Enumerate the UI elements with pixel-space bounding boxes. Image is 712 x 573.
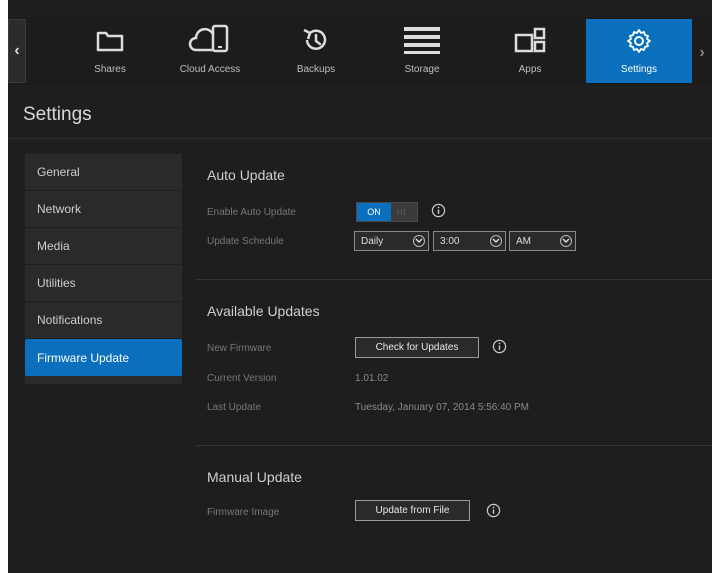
section-divider: [195, 445, 712, 446]
sidebar-item-network[interactable]: Network: [25, 191, 182, 228]
sidebar-item-label: Notifications: [37, 313, 103, 327]
check-for-updates-button[interactable]: Check for Updates: [355, 337, 479, 358]
sidebar-item-label: Firmware Update: [37, 350, 130, 365]
last-update-label: Last Update: [207, 402, 261, 413]
last-update-value: Tuesday, January 07, 2014 5:56:40 PM: [355, 402, 529, 413]
nav-label: Backups: [296, 64, 336, 75]
auto-update-toggle[interactable]: ON III: [356, 202, 418, 222]
select-value: 3:00: [440, 235, 460, 247]
cloud-devices-icon: [188, 24, 229, 53]
nav-item-shares[interactable]: Shares: [70, 19, 150, 83]
chevron-down-icon: [413, 235, 425, 247]
update-schedule-label: Update Schedule: [207, 236, 284, 247]
sidebar-item-notifications[interactable]: Notifications: [25, 302, 182, 339]
section-divider: [195, 279, 712, 280]
chevron-down-icon: [490, 235, 502, 247]
sidebar-item-label: General: [37, 165, 80, 179]
available-updates-title: Available Updates: [207, 303, 320, 319]
select-value: AM: [516, 235, 531, 247]
nav-item-cloud-access[interactable]: Cloud Access: [170, 19, 250, 83]
toggle-on-label: ON: [357, 203, 391, 221]
sidebar-item-utilities[interactable]: Utilities: [25, 265, 182, 302]
new-firmware-label: New Firmware: [207, 343, 272, 354]
nav-label: Settings: [620, 64, 658, 75]
gear-icon: [627, 29, 651, 53]
firmware-image-label: Firmware Image: [207, 507, 280, 518]
schedule-frequency-select[interactable]: Daily: [354, 231, 429, 251]
nav-next-button[interactable]: ›: [693, 19, 711, 87]
schedule-ampm-select[interactable]: AM: [509, 231, 576, 251]
update-from-file-button[interactable]: Update from File: [355, 500, 470, 521]
info-icon[interactable]: [486, 503, 501, 518]
sidebar-item-label: Media: [37, 239, 70, 253]
chevron-down-icon: [560, 235, 572, 247]
sidebar-item-general[interactable]: General: [25, 154, 182, 191]
nav-label: Storage: [404, 64, 440, 75]
manual-update-title: Manual Update: [207, 469, 302, 485]
nav-item-storage[interactable]: Storage: [382, 19, 462, 83]
header-divider: [8, 138, 712, 139]
nav-label: Shares: [94, 64, 126, 75]
apps-grid-icon: [514, 27, 546, 53]
sidebar-item-label: Network: [37, 202, 82, 216]
nav-item-backups[interactable]: Backups: [276, 19, 356, 83]
select-value: Daily: [361, 235, 384, 247]
storage-bars-icon: [404, 27, 440, 54]
nav-item-settings[interactable]: Settings: [586, 19, 692, 83]
info-icon[interactable]: [431, 203, 446, 218]
current-version-label: Current Version: [207, 373, 277, 384]
page-title: Settings: [23, 104, 92, 125]
current-version-value: 1.01.02: [355, 373, 389, 384]
info-icon[interactable]: [492, 339, 507, 354]
folder-icon: [96, 31, 124, 52]
nav-item-apps[interactable]: Apps: [490, 19, 570, 83]
nav-label: Apps: [518, 64, 542, 75]
schedule-time-select[interactable]: 3:00: [433, 231, 506, 251]
auto-update-title: Auto Update: [207, 167, 285, 183]
history-icon: [303, 28, 327, 50]
enable-auto-update-label: Enable Auto Update: [207, 207, 296, 218]
sidebar-item-firmware-update[interactable]: Firmware Update: [25, 339, 182, 376]
sidebar-item-media[interactable]: Media: [25, 228, 182, 265]
toggle-grip: III: [397, 208, 407, 217]
sidebar-item-label: Utilities: [37, 276, 76, 290]
settings-sidebar: General Network Media Utilities Notifica…: [25, 154, 182, 384]
nav-label: Cloud Access: [179, 64, 241, 75]
nav-prev-button[interactable]: ‹: [8, 19, 26, 83]
